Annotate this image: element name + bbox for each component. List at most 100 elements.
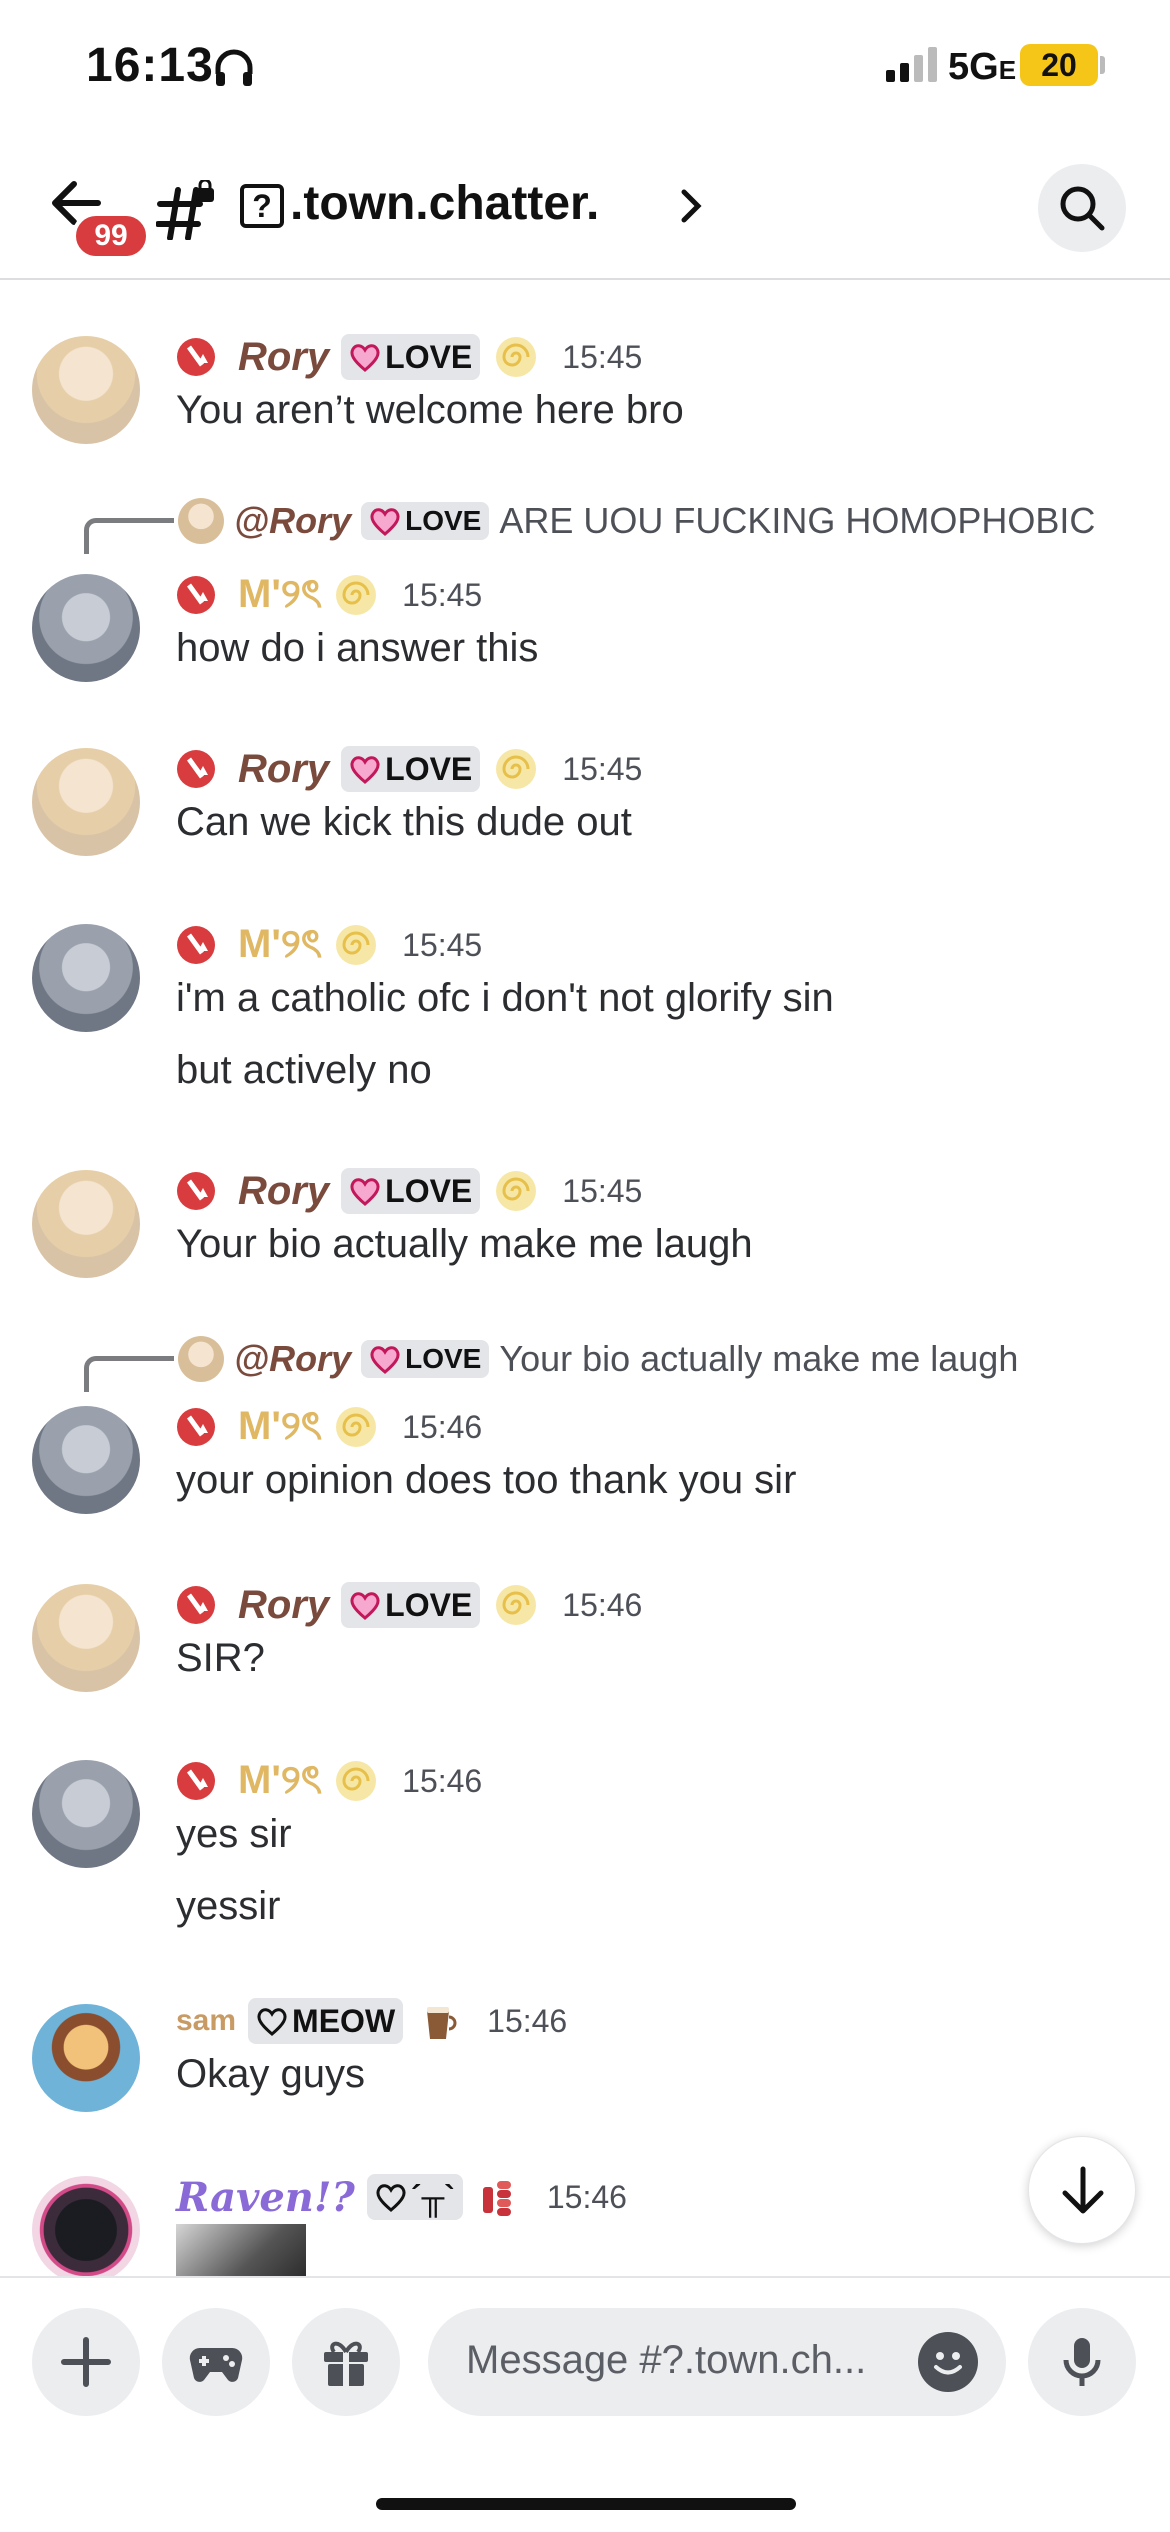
timestamp: 15:46 xyxy=(546,2178,627,2215)
unread-badge: 99 xyxy=(72,212,150,260)
message-text: how do i answer this xyxy=(176,626,539,670)
heart-icon xyxy=(376,2184,406,2212)
timestamp: 15:45 xyxy=(562,750,643,787)
jump-to-present-button[interactable] xyxy=(1028,2136,1136,2244)
status-time: 16:13 xyxy=(86,39,214,92)
avatar[interactable] xyxy=(32,1170,140,1278)
search-button[interactable] xyxy=(1038,164,1126,252)
username[interactable]: Rory xyxy=(238,1169,329,1214)
message-header: M'୨ৎ 15:45 xyxy=(176,570,482,620)
username[interactable]: Rory xyxy=(238,1583,329,1628)
avatar[interactable] xyxy=(32,574,140,682)
coins-emoji-icon xyxy=(482,2181,511,2216)
gamepad-icon xyxy=(189,2347,243,2382)
heart-icon xyxy=(257,2008,287,2036)
message-header: M'୨ৎ 15:46 xyxy=(176,1402,482,1452)
message-text: SIR? xyxy=(176,1636,265,1680)
username[interactable]: M'୨ৎ xyxy=(238,1748,322,1815)
message-text: Can we kick this dude out xyxy=(176,800,632,844)
swirl-emoji-icon xyxy=(336,1407,377,1447)
username[interactable]: M'୨ৎ xyxy=(238,1394,322,1461)
reply-content: @Rory LOVE ARE UOU FUCKING HOMOPHOBIC xyxy=(178,496,1095,546)
swirl-emoji-icon xyxy=(336,925,377,965)
message-header: M'୨ৎ 15:46 xyxy=(176,1756,482,1806)
heart-icon xyxy=(350,756,380,784)
message-text: Your bio actually make me laugh xyxy=(176,1222,753,1266)
role-tag[interactable]: LOVE xyxy=(341,1168,481,1214)
message-text: yes sir xyxy=(176,1812,292,1856)
role-tag[interactable]: LOVE xyxy=(341,334,481,380)
timestamp: 15:46 xyxy=(562,1586,643,1623)
reply-avatar xyxy=(178,498,224,544)
avatar[interactable] xyxy=(32,1584,140,1692)
reply-text: ARE UOU FUCKING HOMOPHOBIC xyxy=(499,500,1096,541)
avatar[interactable] xyxy=(32,1760,140,1868)
status-bar: 16:13 5GE 20 xyxy=(0,0,1170,140)
moderator-icon xyxy=(177,1762,215,1800)
swirl-emoji-icon xyxy=(496,749,537,789)
image-attachment[interactable] xyxy=(176,2224,306,2280)
avatar[interactable] xyxy=(32,2004,140,2112)
chevron-right-icon[interactable] xyxy=(676,186,706,226)
message-text: i'm a catholic ofc i don't not glorify s… xyxy=(176,976,834,1020)
arrow-down-icon xyxy=(1062,2166,1104,2214)
channel-header: 99 ? .town.chatter. xyxy=(0,140,1170,280)
reply-author: @Rory xyxy=(234,1338,352,1379)
heart-icon xyxy=(350,1592,380,1620)
message-header: M'୨ৎ 15:45 xyxy=(176,920,482,970)
moderator-icon xyxy=(177,1586,215,1624)
username[interactable]: M'୨ৎ xyxy=(238,562,322,629)
message-text: You aren’t welcome here bro xyxy=(176,388,684,432)
question-box-icon: ? xyxy=(240,184,284,229)
avatar[interactable] xyxy=(32,924,140,1032)
avatar[interactable] xyxy=(32,748,140,856)
moderator-icon xyxy=(177,576,215,614)
avatar[interactable] xyxy=(32,1406,140,1514)
timestamp: 15:45 xyxy=(402,576,483,613)
emoji-icon[interactable] xyxy=(918,2332,978,2392)
heart-icon xyxy=(370,508,400,536)
reply-text: Your bio actually make me laugh xyxy=(499,1338,1019,1379)
network-type: 5GE xyxy=(948,46,1017,88)
swirl-emoji-icon xyxy=(496,1171,537,1211)
channel-title[interactable]: ? .town.chatter. xyxy=(240,176,599,231)
username[interactable]: Rory xyxy=(238,747,329,792)
attach-button[interactable] xyxy=(32,2308,140,2416)
timestamp: 15:46 xyxy=(402,1408,483,1445)
message-composer: Message #?.town.ch... xyxy=(0,2276,1170,2532)
avatar[interactable] xyxy=(32,336,140,444)
message-header: Rory LOVE 15:45 xyxy=(176,1166,642,1216)
moderator-icon xyxy=(177,1172,215,1210)
role-tag[interactable]: ´╥` xyxy=(366,2174,463,2220)
swirl-emoji-icon xyxy=(496,337,537,377)
activities-button[interactable] xyxy=(162,2308,270,2416)
role-tag[interactable]: LOVE xyxy=(341,746,481,792)
role-tag: LOVE xyxy=(361,1340,490,1378)
reply-connector xyxy=(84,1356,174,1392)
reply-preview[interactable]: @Rory LOVE Your bio actually make me lau… xyxy=(84,1334,1144,1392)
avatar[interactable] xyxy=(32,2176,140,2284)
role-tag[interactable]: LOVE xyxy=(341,1582,481,1628)
username[interactable]: Raven!? xyxy=(176,2174,355,2221)
timestamp: 15:45 xyxy=(402,926,483,963)
channel-hash-lock-icon xyxy=(156,180,214,240)
reply-preview[interactable]: @Rory LOVE ARE UOU FUCKING HOMOPHOBIC xyxy=(84,496,1144,554)
gift-button[interactable] xyxy=(292,2308,400,2416)
battery-indicator: 20 xyxy=(1020,44,1098,86)
voice-message-button[interactable] xyxy=(1028,2308,1136,2416)
message-text: your opinion does too thank you sir xyxy=(176,1458,797,1502)
reply-content: @Rory LOVE Your bio actually make me lau… xyxy=(178,1334,1018,1384)
username[interactable]: Rory xyxy=(238,335,329,380)
timestamp: 15:46 xyxy=(402,1762,483,1799)
message-header: Rory LOVE 15:45 xyxy=(176,744,642,794)
battery-nub xyxy=(1100,56,1105,74)
username[interactable]: M'୨ৎ xyxy=(238,912,322,979)
coffee-emoji-icon xyxy=(427,2007,457,2039)
heart-icon xyxy=(350,1178,380,1206)
message-header: Raven!? ´╥` 15:46 xyxy=(176,2172,627,2222)
reply-connector xyxy=(84,518,174,554)
reply-author: @Rory xyxy=(234,500,352,541)
username[interactable]: sam xyxy=(176,2004,236,2038)
message-input[interactable]: Message #?.town.ch... xyxy=(428,2308,1006,2416)
role-tag[interactable]: MEOW xyxy=(248,1998,404,2044)
